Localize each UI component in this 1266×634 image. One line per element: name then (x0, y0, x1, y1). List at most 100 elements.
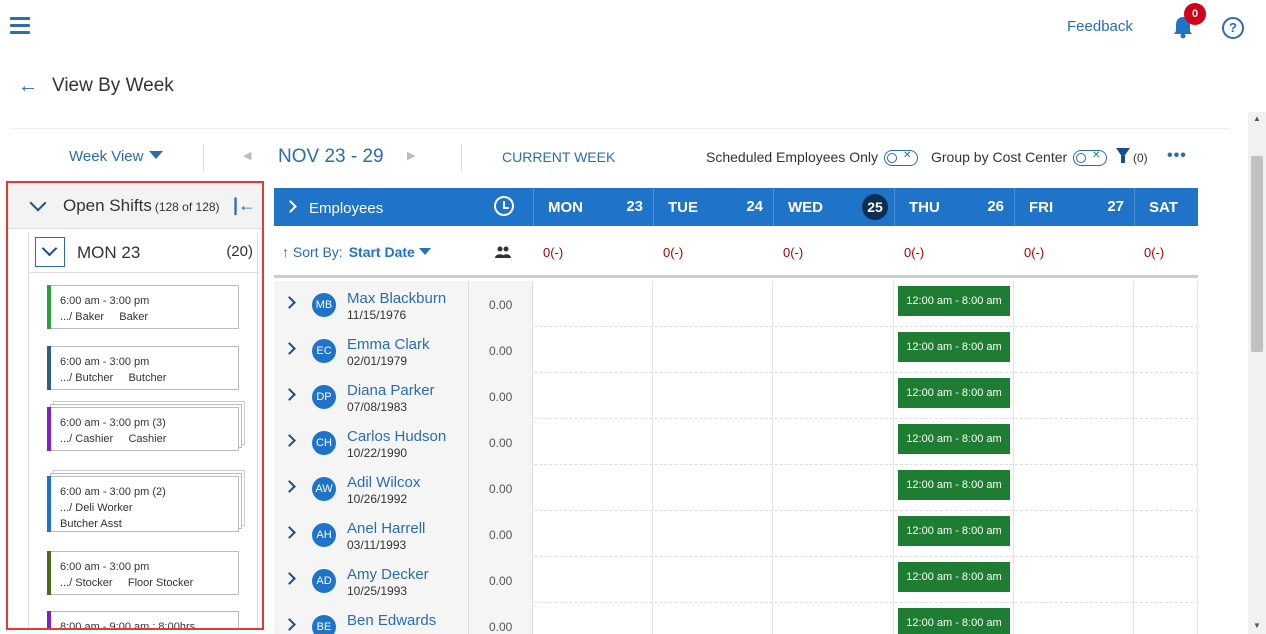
schedule-cell[interactable] (773, 327, 894, 373)
schedule-cell[interactable] (1014, 465, 1134, 511)
day-column-header[interactable]: FRI 27 (1014, 188, 1134, 226)
back-arrow-icon[interactable]: ← (18, 75, 38, 98)
schedule-cell[interactable] (1014, 281, 1134, 327)
employee-row[interactable]: DP Diana Parker 07/08/1983 0.00 12:00 am - 8… (274, 373, 1198, 419)
open-shifts-day-row[interactable]: MON 23 (20) (29, 233, 259, 273)
schedule-cell[interactable] (773, 281, 894, 327)
open-shift-card[interactable]: 8:00 am - 9:00 am : 8:00hrs (47, 611, 239, 628)
schedule-cell[interactable] (1134, 557, 1198, 603)
scheduled-only-toggle[interactable]: ✕ (884, 150, 918, 166)
employee-row[interactable]: EC Emma Clark 02/01/1979 0.00 12:00 am - 8:0… (274, 327, 1198, 373)
help-icon[interactable]: ? (1222, 17, 1244, 39)
schedule-cell[interactable] (533, 603, 653, 634)
schedule-cell[interactable] (533, 465, 653, 511)
chevron-right-icon[interactable] (283, 434, 296, 447)
scrollbar-thumb[interactable] (1251, 156, 1263, 352)
chevron-down-icon[interactable] (29, 194, 47, 212)
employee-row[interactable]: CH Carlos Hudson 10/22/1990 0.00 12:00 am - … (274, 419, 1198, 465)
shift-block[interactable]: 12:00 am - 8:00 am (898, 516, 1010, 546)
schedule-cell[interactable] (1014, 603, 1134, 634)
week-view-dropdown[interactable]: Week View (69, 148, 164, 165)
shift-block[interactable]: 12:00 am - 8:00 am (898, 424, 1010, 454)
schedule-cell[interactable] (773, 465, 894, 511)
schedule-cell[interactable] (533, 281, 653, 327)
collapse-panel-icon[interactable]: |← (233, 195, 256, 216)
employee-name-link[interactable]: Max Blackburn (347, 290, 446, 307)
shift-block[interactable]: 12:00 am - 8:00 am (898, 332, 1010, 362)
group-by-cost-center-toggle[interactable]: ✕ (1073, 150, 1107, 166)
schedule-cell[interactable] (653, 327, 773, 373)
schedule-cell[interactable] (1014, 557, 1134, 603)
day-column-header[interactable]: TUE 24 (653, 188, 773, 226)
employee-row[interactable]: BE Ben Edwards 0.00 12:00 am - 8:00 am (274, 603, 1198, 634)
shift-block[interactable]: 12:00 am - 8:00 am (898, 378, 1010, 408)
feedback-link[interactable]: Feedback (1067, 18, 1133, 35)
schedule-cell[interactable] (653, 419, 773, 465)
schedule-cell[interactable] (1014, 419, 1134, 465)
employee-name-link[interactable]: Carlos Hudson (347, 428, 446, 445)
chevron-right-icon[interactable] (283, 480, 296, 493)
shift-block[interactable]: 12:00 am - 8:00 am (898, 470, 1010, 500)
schedule-cell[interactable] (533, 327, 653, 373)
employee-row[interactable]: AD Amy Decker 10/25/1993 0.00 12:00 am - 8:0… (274, 557, 1198, 603)
schedule-cell[interactable] (773, 603, 894, 634)
schedule-cell[interactable] (653, 281, 773, 327)
schedule-cell[interactable] (1134, 419, 1198, 465)
schedule-cell[interactable] (1014, 511, 1134, 557)
schedule-cell[interactable] (653, 557, 773, 603)
employee-row[interactable]: AW Adil Wilcox 10/26/1992 0.00 12:00 am - 8:… (274, 465, 1198, 511)
open-shift-card[interactable]: 6:00 am - 3:00 pm .../ Stocker Floor Stoc… (47, 551, 239, 595)
employee-name-link[interactable]: Anel Harrell (347, 520, 425, 537)
schedule-cell[interactable] (773, 557, 894, 603)
chevron-right-icon[interactable] (283, 388, 296, 401)
schedule-cell[interactable] (1134, 281, 1198, 327)
next-week-icon[interactable]: ▶ (407, 149, 415, 162)
shift-block[interactable]: 12:00 am - 8:00 am (898, 286, 1010, 316)
shift-block[interactable]: 12:00 am - 8:00 am (898, 608, 1010, 634)
vertical-scrollbar[interactable]: ▲ ▼ (1248, 112, 1266, 634)
employee-name-link[interactable]: Adil Wilcox (347, 474, 420, 491)
schedule-cell[interactable] (533, 511, 653, 557)
employee-name-link[interactable]: Ben Edwards (347, 612, 436, 629)
employee-row[interactable]: MB Max Blackburn 11/15/1976 0.00 12:00 am - … (274, 281, 1198, 327)
open-shift-card[interactable]: 6:00 am - 3:00 pm .../ Butcher Butcher (47, 346, 239, 390)
schedule-cell[interactable] (1134, 373, 1198, 419)
more-options-icon[interactable]: ••• (1167, 147, 1187, 165)
scroll-up-icon[interactable]: ▲ (1253, 114, 1261, 123)
schedule-cell[interactable] (1134, 603, 1198, 634)
chevron-right-icon[interactable] (283, 342, 296, 355)
chevron-right-icon[interactable] (283, 572, 296, 585)
day-column-header[interactable]: THU 26 (894, 188, 1014, 226)
employee-row[interactable]: AH Anel Harrell 03/11/1993 0.00 12:00 am - 8… (274, 511, 1198, 557)
open-shift-card[interactable]: 6:00 am - 3:00 pm (3) .../ Cashier Cashie… (47, 407, 239, 451)
schedule-cell[interactable] (653, 511, 773, 557)
schedule-cell[interactable] (653, 373, 773, 419)
chevron-right-icon[interactable] (283, 296, 296, 309)
schedule-cell[interactable] (653, 603, 773, 634)
schedule-cell[interactable] (1134, 465, 1198, 511)
schedule-cell[interactable] (1134, 327, 1198, 373)
employee-name-link[interactable]: Emma Clark (347, 336, 430, 353)
clock-icon[interactable] (494, 196, 514, 216)
schedule-cell[interactable] (533, 373, 653, 419)
day-column-header[interactable]: MON 23 (533, 188, 653, 226)
open-shift-card[interactable]: 6:00 am - 3:00 pm (2) .../ Deli Worker But… (47, 476, 239, 532)
schedule-cell[interactable] (773, 373, 894, 419)
shift-block[interactable]: 12:00 am - 8:00 am (898, 562, 1010, 592)
scroll-down-icon[interactable]: ▼ (1253, 621, 1261, 630)
day-column-header[interactable]: WED 25 (773, 188, 894, 226)
chevron-right-icon[interactable] (284, 200, 297, 213)
sort-by-dropdown[interactable]: ↑ Sort By: Start Date (282, 244, 431, 260)
employees-column-header[interactable]: Employees (274, 188, 534, 226)
employee-name-link[interactable]: Amy Decker (347, 566, 429, 583)
day-column-header[interactable]: SAT (1134, 188, 1198, 226)
schedule-cell[interactable] (1014, 373, 1134, 419)
hamburger-menu-icon[interactable] (10, 17, 30, 35)
chevron-right-icon[interactable] (283, 618, 296, 631)
employee-name-link[interactable]: Diana Parker (347, 382, 435, 399)
schedule-cell[interactable] (533, 557, 653, 603)
schedule-cell[interactable] (653, 465, 773, 511)
schedule-cell[interactable] (1134, 511, 1198, 557)
chevron-down-icon[interactable] (35, 237, 65, 267)
current-week-button[interactable]: CURRENT WEEK (502, 149, 615, 165)
